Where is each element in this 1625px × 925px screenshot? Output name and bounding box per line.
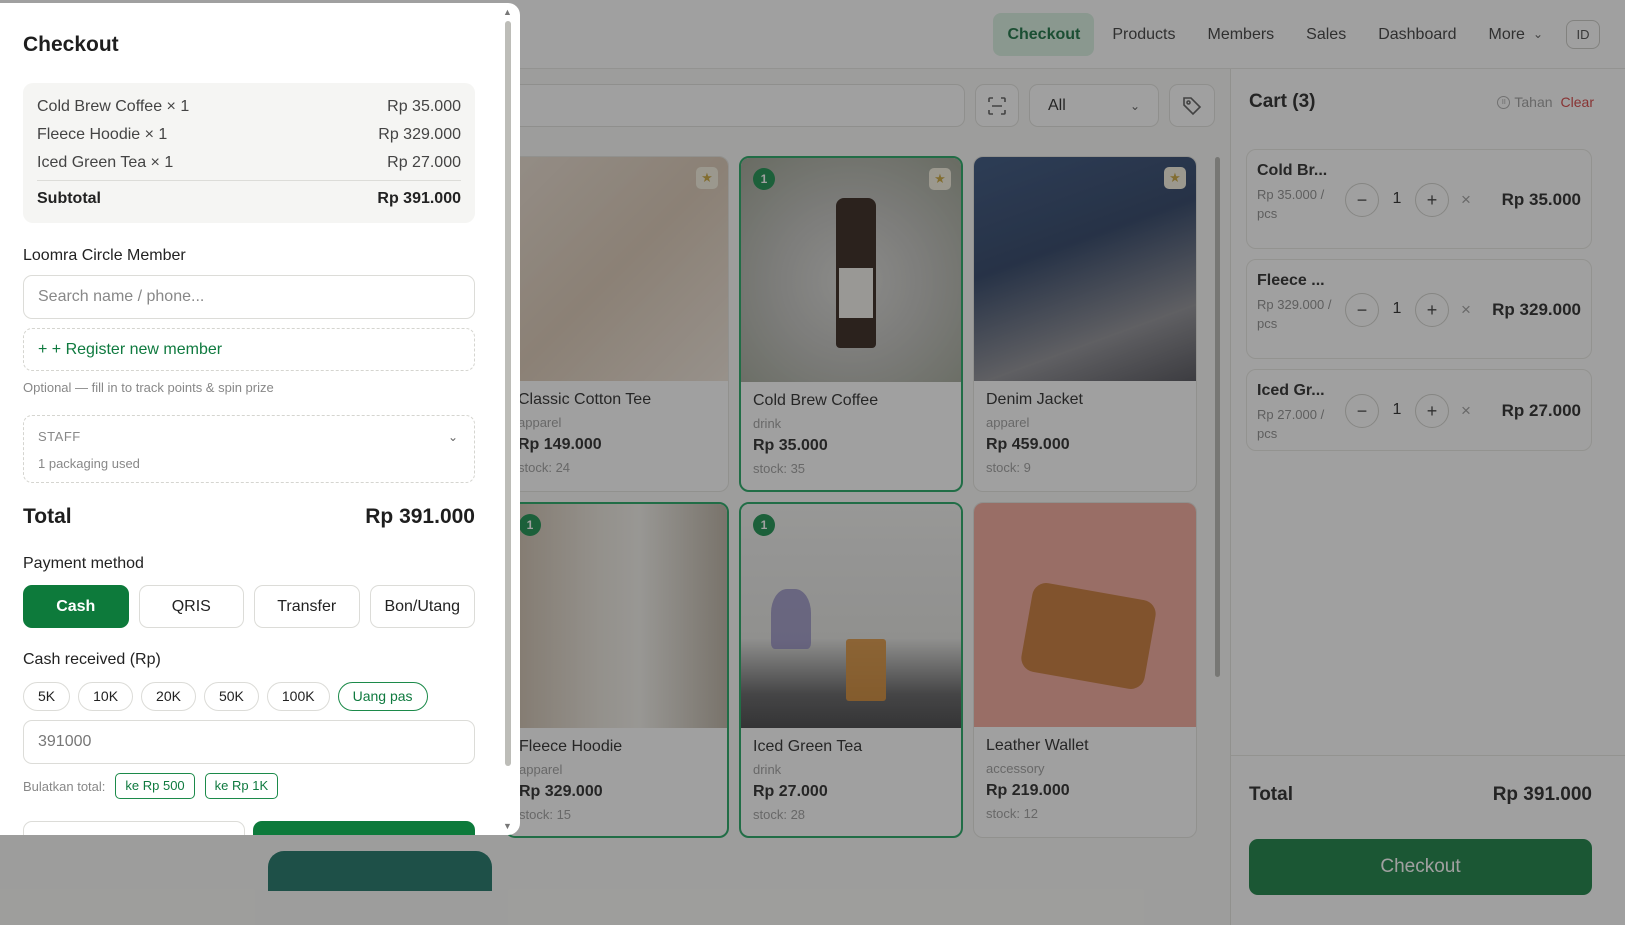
cancel-button[interactable] (23, 821, 245, 835)
cash-received-label: Cash received (Rp) (23, 651, 161, 668)
round-chip[interactable]: ke Rp 500 (115, 773, 195, 799)
modal-title: Checkout (23, 33, 119, 56)
payment-qris-button[interactable]: QRIS (138, 585, 244, 628)
cash-received-input[interactable]: 391000 (23, 720, 475, 764)
cash-quick-chips: 5K 10K 20K 50K 100K Uang pas (23, 682, 428, 711)
modal-total-value: Rp 391.000 (365, 505, 475, 528)
staff-section[interactable]: STAFF 1 packaging used ⌄ (23, 415, 475, 483)
staff-title: STAFF (38, 429, 81, 444)
checkout-modal: Checkout Cold Brew Coffee × 1 Rp 35.000 … (0, 3, 520, 835)
summary-divider (37, 180, 461, 181)
confirm-payment-button[interactable] (253, 821, 475, 835)
checkout-modal-content: Checkout Cold Brew Coffee × 1 Rp 35.000 … (23, 3, 475, 835)
cash-chip[interactable]: 50K (203, 682, 259, 711)
payment-bon-button[interactable]: Bon/Utang (369, 585, 475, 628)
modal-scrollbar[interactable]: ▲ ▼ (500, 3, 516, 835)
payment-transfer-button[interactable]: Transfer (254, 585, 360, 628)
chevron-down-icon: ⌄ (447, 430, 458, 444)
scroll-up-icon[interactable]: ▲ (503, 7, 512, 17)
payment-methods: Cash QRIS Transfer Bon/Utang (23, 585, 475, 628)
summary-line-amount: Rp 27.000 (387, 154, 461, 171)
exact-cash-chip[interactable]: Uang pas (337, 682, 428, 711)
register-member-button[interactable]: + + Register new member (23, 328, 475, 371)
summary-line-label: Iced Green Tea × 1 (37, 154, 174, 171)
member-label: Loomra Circle Member (23, 247, 186, 264)
round-total-label: Bulatkan total: (23, 778, 106, 794)
cash-chip[interactable]: 100K (266, 682, 330, 711)
round-total-row: Bulatkan total: ke Rp 500 ke Rp 1K (23, 773, 279, 799)
cash-chip[interactable]: 20K (141, 682, 196, 711)
subtotal-row: Subtotal Rp 391.000 (37, 190, 461, 208)
subtotal-label: Subtotal (37, 190, 101, 207)
modal-total-label: Total (23, 505, 72, 528)
summary-line: Cold Brew Coffee × 1 Rp 35.000 (37, 98, 461, 116)
summary-line: Fleece Hoodie × 1 Rp 329.000 (37, 126, 461, 144)
scrollbar-thumb[interactable] (505, 21, 511, 766)
summary-line-label: Fleece Hoodie × 1 (37, 126, 168, 143)
cash-chip[interactable]: 10K (78, 682, 134, 711)
member-search-input[interactable]: Search name / phone... (23, 275, 475, 319)
member-hint: Optional — fill in to track points & spi… (23, 380, 274, 395)
summary-line-label: Cold Brew Coffee × 1 (37, 98, 190, 115)
subtotal-value: Rp 391.000 (377, 190, 461, 207)
staff-summary: 1 packaging used (38, 456, 140, 471)
cash-chip[interactable]: 5K (23, 682, 71, 711)
summary-line: Iced Green Tea × 1 Rp 27.000 (37, 154, 461, 172)
scroll-down-icon[interactable]: ▼ (503, 821, 512, 831)
order-summary: Cold Brew Coffee × 1 Rp 35.000 Fleece Ho… (23, 83, 475, 223)
payment-cash-button[interactable]: Cash (23, 585, 129, 628)
modal-total-row: Total Rp 391.000 (23, 505, 475, 529)
round-chip[interactable]: ke Rp 1K (204, 773, 279, 799)
summary-line-amount: Rp 35.000 (387, 98, 461, 115)
summary-line-amount: Rp 329.000 (378, 126, 461, 143)
payment-method-label: Payment method (23, 555, 144, 572)
